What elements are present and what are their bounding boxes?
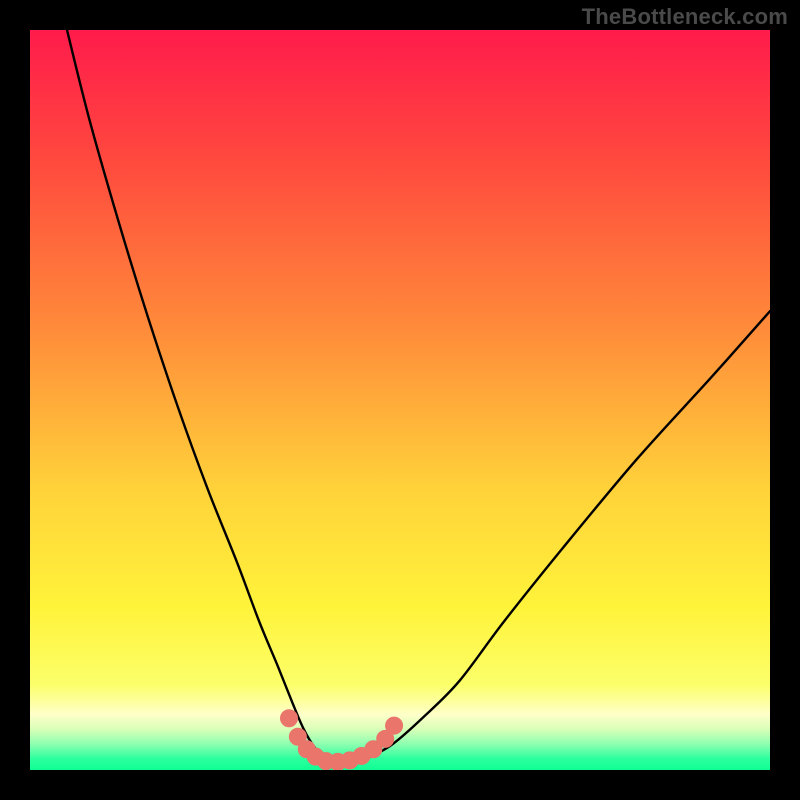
watermark-text: TheBottleneck.com xyxy=(582,4,788,30)
marker-dot xyxy=(386,717,403,734)
plot-svg xyxy=(30,30,770,770)
marker-dot xyxy=(281,710,298,727)
plot-area xyxy=(30,30,770,770)
chart-frame: TheBottleneck.com xyxy=(0,0,800,800)
gradient-rect xyxy=(30,30,770,770)
